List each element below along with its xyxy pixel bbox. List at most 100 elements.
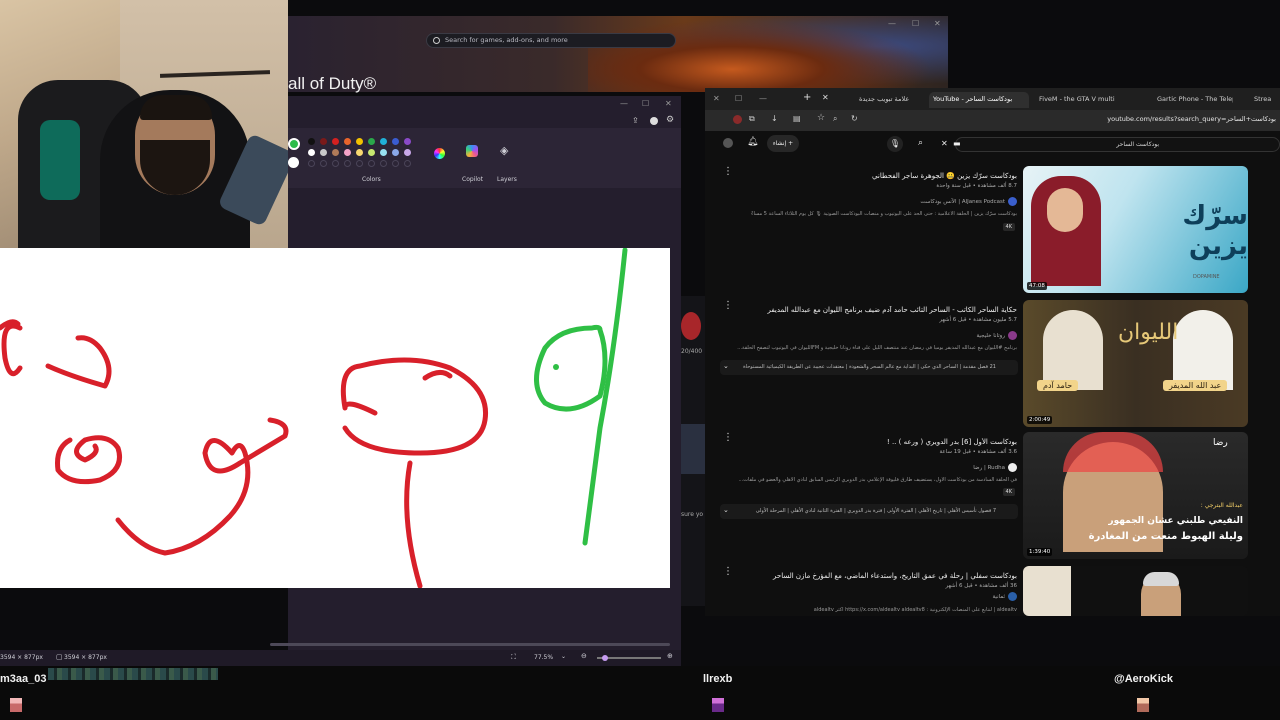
chevron-down-icon[interactable]: ⌄ bbox=[723, 506, 729, 514]
minimize-icon[interactable]: — bbox=[759, 94, 767, 103]
bookmark-icon[interactable]: ☆ bbox=[817, 113, 825, 123]
account-icon[interactable] bbox=[650, 117, 658, 125]
layers-icon[interactable]: ◈ bbox=[500, 144, 508, 157]
tab-stream[interactable]: Strea bbox=[1250, 92, 1280, 108]
video-title[interactable]: بودكاست سفلي | رحلة في عمق التاريخ، واست… bbox=[757, 572, 1017, 580]
minimize-icon[interactable]: — bbox=[888, 19, 896, 28]
video-title[interactable]: بودكاست سرّك يزين 🤐 الجوهرة ساجر الفحطان… bbox=[757, 172, 1017, 180]
close-icon[interactable]: ✕ bbox=[934, 19, 941, 28]
color-swatch[interactable] bbox=[332, 138, 339, 145]
profile-icon[interactable] bbox=[733, 115, 742, 124]
custom-color-slot[interactable] bbox=[368, 160, 375, 167]
more-options-icon[interactable]: ⋮ bbox=[723, 166, 733, 177]
avatar[interactable] bbox=[723, 138, 733, 148]
address-url[interactable]: youtube.com/results?search_query=بودكاست… bbox=[1107, 115, 1276, 123]
reload-icon[interactable]: ↻ bbox=[851, 114, 858, 123]
tab-youtube[interactable]: YouTube - بودكاست الساحر bbox=[929, 92, 1029, 108]
color-swatch[interactable] bbox=[380, 149, 387, 156]
video-channel[interactable]: Rudha | رضا bbox=[757, 463, 1017, 472]
new-tab-icon[interactable]: + bbox=[803, 92, 811, 103]
color-swatch[interactable] bbox=[368, 149, 375, 156]
secondary-color-swatch[interactable] bbox=[288, 157, 299, 168]
custom-color-slot[interactable] bbox=[380, 160, 387, 167]
keyboard-icon[interactable]: ▬ bbox=[953, 139, 961, 148]
more-options-icon[interactable]: ⋮ bbox=[723, 300, 733, 311]
video-thumbnail[interactable] bbox=[1023, 566, 1248, 616]
video-result[interactable]: الليوان حامد آدم عبد الله المديفر 2:00:4… bbox=[705, 300, 1280, 430]
video-result[interactable]: ⋮ بودكاست سفلي | رحلة في عمق التاريخ، وا… bbox=[705, 566, 1280, 616]
video-chapters[interactable]: 21 فصل مقدمة | الساحر الذي حكى | البداية… bbox=[720, 360, 1018, 375]
tab-gartic-phone[interactable]: Gartic Phone - The Telephone bbox=[1153, 92, 1233, 108]
tab-new-tab[interactable]: علامة تبويب جديدة bbox=[855, 92, 925, 108]
color-swatch[interactable] bbox=[392, 149, 399, 156]
video-thumbnail[interactable]: الليوان حامد آدم عبد الله المديفر 2:00:4… bbox=[1023, 300, 1248, 427]
custom-color-slot[interactable] bbox=[356, 160, 363, 167]
color-swatch[interactable] bbox=[308, 138, 315, 145]
notifications-icon[interactable]: 🔔︎ bbox=[747, 137, 758, 147]
maximize-icon[interactable]: ☐ bbox=[735, 94, 742, 103]
voice-search-icon[interactable]: 🎙︎ bbox=[887, 136, 903, 152]
video-result[interactable]: سرّك يزين DOPAMINE 47:08 ⋮ بودكاست سرّك … bbox=[705, 166, 1280, 296]
zoom-level[interactable]: 77.5% bbox=[534, 654, 553, 661]
maximize-icon[interactable]: ☐ bbox=[912, 19, 919, 28]
minimize-icon[interactable]: — bbox=[620, 99, 628, 108]
custom-color-slot[interactable] bbox=[344, 160, 351, 167]
color-picker-icon[interactable] bbox=[434, 148, 445, 159]
custom-color-slot[interactable] bbox=[392, 160, 399, 167]
color-swatch[interactable] bbox=[404, 149, 411, 156]
more-options-icon[interactable]: ⋮ bbox=[723, 432, 733, 443]
copilot-icon[interactable] bbox=[466, 145, 478, 157]
color-swatch[interactable] bbox=[356, 149, 363, 156]
clear-search-icon[interactable]: ✕ bbox=[941, 139, 948, 148]
zoom-in-icon[interactable]: ⊕ bbox=[667, 652, 673, 660]
color-swatch[interactable] bbox=[320, 149, 327, 156]
custom-color-slot[interactable] bbox=[308, 160, 315, 167]
color-swatch[interactable] bbox=[344, 138, 351, 145]
video-thumbnail[interactable]: سرّك يزين DOPAMINE 47:08 bbox=[1023, 166, 1248, 293]
video-result[interactable]: رضا عبدالله البترجي : النفيعي طلبني عشان… bbox=[705, 432, 1280, 562]
search-icon[interactable]: ⌕ bbox=[918, 138, 923, 148]
video-chapters[interactable]: 7 فصول تأسيس الأهلي | تاريخ الأهلي | الف… bbox=[720, 504, 1018, 519]
close-icon[interactable]: ✕ bbox=[665, 99, 672, 108]
zoom-icon[interactable]: ⌕ bbox=[833, 114, 837, 124]
create-button[interactable]: إنشاء + bbox=[767, 135, 799, 152]
youtube-search-input[interactable]: بودكاست الساحر bbox=[955, 137, 1280, 152]
primary-color-swatch[interactable] bbox=[288, 138, 300, 150]
extensions-icon[interactable]: ⧉ bbox=[749, 114, 755, 124]
color-swatch[interactable] bbox=[368, 138, 375, 145]
sidebar-icon[interactable]: ▤ bbox=[793, 114, 801, 123]
zoom-slider-thumb[interactable] bbox=[602, 655, 608, 661]
video-thumbnail[interactable]: رضا عبدالله البترجي : النفيعي طلبني عشان… bbox=[1023, 432, 1248, 559]
tab-close-icon[interactable]: ✕ bbox=[822, 93, 829, 102]
video-title[interactable]: حكاية الساحر الكاتب - الساحر التائب حامد… bbox=[757, 306, 1018, 314]
zoom-dropdown-icon[interactable]: ⌄ bbox=[561, 653, 566, 660]
more-options-icon[interactable]: ⋮ bbox=[723, 566, 733, 577]
tab-fivem[interactable]: FiveM - the GTA V multiplay bbox=[1035, 92, 1115, 108]
custom-color-slot[interactable] bbox=[404, 160, 411, 167]
color-swatch[interactable] bbox=[404, 138, 411, 145]
close-icon[interactable]: ✕ bbox=[713, 94, 720, 103]
color-swatch[interactable] bbox=[356, 138, 363, 145]
video-channel[interactable]: AlJanes Podcast | الآنس بودكاست bbox=[757, 197, 1017, 206]
color-swatch[interactable] bbox=[308, 149, 315, 156]
copilot-label: Copilot bbox=[462, 176, 484, 183]
canvas-horizontal-scrollbar[interactable] bbox=[270, 643, 670, 646]
fit-to-window-icon[interactable]: ⛶ bbox=[511, 653, 516, 662]
color-swatch[interactable] bbox=[332, 149, 339, 156]
color-swatch[interactable] bbox=[380, 138, 387, 145]
color-swatch[interactable] bbox=[344, 149, 351, 156]
color-swatch[interactable] bbox=[320, 138, 327, 145]
launcher-search-input[interactable]: Search for games, add-ons, and more bbox=[426, 33, 676, 48]
maximize-icon[interactable]: ☐ bbox=[642, 99, 649, 108]
color-swatch[interactable] bbox=[392, 138, 399, 145]
share-icon[interactable]: ⇪ bbox=[632, 116, 639, 125]
video-title[interactable]: بودكاست الأول [6] بدر الدويري ( ورعه ) .… bbox=[757, 438, 1017, 446]
custom-color-slot[interactable] bbox=[332, 160, 339, 167]
settings-icon[interactable]: ⚙ bbox=[666, 115, 674, 125]
video-channel[interactable]: روتانا خليجية bbox=[757, 331, 1017, 340]
custom-color-slot[interactable] bbox=[320, 160, 327, 167]
video-channel[interactable]: ثمانية bbox=[757, 592, 1017, 601]
chevron-down-icon[interactable]: ⌄ bbox=[723, 362, 729, 370]
zoom-out-icon[interactable]: ⊖ bbox=[581, 652, 587, 660]
downloads-icon[interactable]: ↓ bbox=[771, 114, 778, 123]
